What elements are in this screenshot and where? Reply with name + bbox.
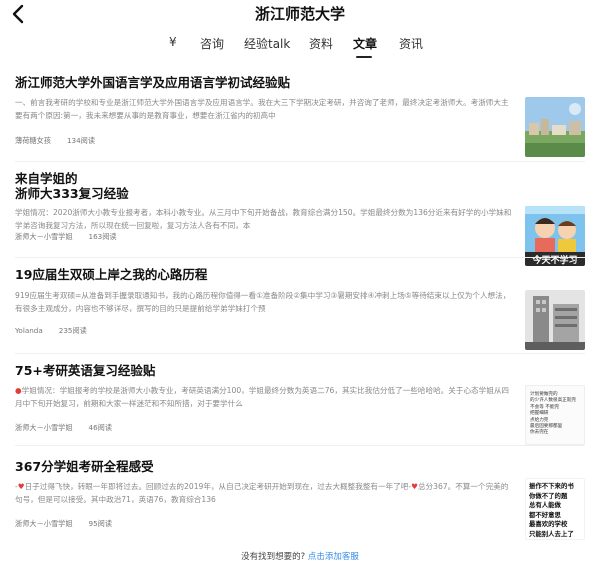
article-excerpt: ●学姐情况：学姐报考的学校是浙师大小教专业，考研英语满分100，学姐最终分数为英…: [15, 385, 515, 411]
active-tab-indicator: [356, 56, 372, 58]
article-title: 367分学姐考研全程感受: [15, 459, 154, 474]
article-meta: Yolanda 235阅读: [15, 326, 87, 336]
footer-hint: 没有找到想要的? 点击添加客服: [0, 550, 600, 562]
quote-line: 都不好意思: [529, 510, 561, 519]
article-meta: 薄荷糖女孩 134阅读: [15, 136, 95, 146]
tab-price[interactable]: ¥: [169, 35, 177, 49]
quote-text-image: 振作不下来的书 你做不了的题 总有人能做 都不好意思 最喜欢的学校 只能别人去上…: [526, 479, 584, 539]
article-reads: 46阅读: [88, 423, 113, 432]
article-meta: 浙师大－小雪学姐 95阅读: [15, 519, 112, 529]
article-author: Yolanda: [15, 326, 43, 335]
article-thumbnail: [525, 97, 585, 157]
quote-line: 总有人能做: [529, 501, 561, 510]
article-item-2[interactable]: 来自学姐的 浙师大333复习经验 学姐情况：2020浙师大小教专业报考者，本科小…: [0, 162, 600, 266]
article-item-5[interactable]: 367分学姐考研全程感受 -♥日子过得飞快，转眼一年即将过去。回顾过去的2019…: [0, 446, 600, 542]
quote-line: 你做不了的题: [529, 491, 568, 500]
article-title: 浙江师范大学外国语言学及应用语言学初试经验贴: [15, 75, 291, 90]
heart-icon: ♥: [411, 482, 418, 491]
tab-bar: ¥ 咨询 经验talk 资料 文章 资讯: [0, 35, 600, 58]
handwritten-notes-image: 计划要做完的 的少许人数很高正就完 不会等 不能完 把握细研 点给力完 最后固要…: [526, 386, 584, 443]
page-title: 浙江师范大学: [254, 5, 345, 23]
quote-line: 最喜欢的学校: [529, 520, 568, 529]
article-meta: 浙师大－小雪学姐 163阅读: [15, 232, 117, 242]
quote-line: 振作不下来的书: [529, 482, 574, 490]
article-item-4[interactable]: 75+考研英语复习经验贴 ●学姐情况：学姐报考的学校是浙师大小教专业，考研英语满…: [0, 354, 600, 446]
tab-materials[interactable]: 资料: [309, 35, 333, 52]
article-author: 浙师大－小雪学姐: [15, 232, 73, 241]
add-service-link[interactable]: 点击添加客服: [308, 552, 359, 562]
article-reads: 163阅读: [88, 232, 117, 241]
footer-text: 没有找到想要的?: [241, 552, 306, 562]
tab-consult[interactable]: 咨询: [200, 35, 224, 52]
top-bar: 浙江师范大学: [0, 0, 600, 28]
article-title: 75+考研英语复习经验贴: [15, 363, 156, 378]
article-excerpt: 919应届生考双硕=从准备到手握录取通知书，我的心路历程你值得一看①准备阶段②集…: [15, 291, 511, 313]
article-item-3[interactable]: 19应届生双硕上岸之我的心路历程 919应届生考双硕=从准备到手握录取通知书，我…: [0, 258, 600, 354]
article-meta: 浙师大－小雪学姐 46阅读: [15, 423, 112, 433]
article-reads: 95阅读: [88, 519, 113, 528]
article-title-line-2: 浙师大333复习经验: [15, 186, 129, 201]
article-excerpt: -♥日子过得飞快，转眼一年即将过去。回顾过去的2019年，从自己决定考研开始到现…: [15, 482, 509, 504]
campus-photo-image: [525, 97, 585, 157]
article-title-line-1: 来自学姐的: [15, 171, 78, 186]
red-circle-icon: ●: [15, 386, 22, 395]
quote-line: 只能别人去上了: [529, 529, 574, 538]
article-reads: 235阅读: [58, 326, 87, 335]
article-excerpt-text: 日子过得飞快，转眼一年即将过去。回顾过去的2019年，从自己决定考研开始到现在，…: [24, 482, 412, 491]
tab-articles[interactable]: 文章: [353, 35, 377, 52]
notes-line: 的少许人数很高正就完: [530, 398, 576, 404]
heart-icon: ♥: [17, 482, 25, 491]
building-photo-image: [525, 290, 585, 350]
article-excerpt: 一、前言我考研的学校和专业是浙江师范大学外国语言学及应用语言学。我在大三下学期决…: [15, 98, 509, 120]
article-excerpt-text: 学姐情况：学姐报考的学校是浙师大小教专业，考研英语满分100，学姐最终分数为英语…: [15, 386, 510, 408]
article-title: 19应届生双硕上岸之我的心路历程: [15, 267, 208, 282]
article-author: 浙师大－小雪学姐: [15, 423, 73, 432]
article-author: 薄荷糖女孩: [15, 136, 51, 145]
article-item-1[interactable]: 浙江师范大学外国语言学及应用语言学初试经验贴 一、前言我考研的学校和专业是浙江师…: [0, 70, 600, 162]
tab-experience-talk[interactable]: 经验talk: [244, 35, 290, 52]
tab-news[interactable]: 资讯: [399, 35, 423, 52]
article-thumbnail: 振作不下来的书 你做不了的题 总有人能做 都不好意思 最喜欢的学校 只能别人去上…: [525, 478, 585, 540]
article-author: 浙师大－小雪学姐: [15, 519, 73, 528]
article-thumbnail: [525, 290, 585, 350]
article-thumbnail: 计划要做完的 的少许人数很高正就完 不会等 不能完 把握细研 点给力完 最后固要…: [525, 385, 585, 445]
notes-line: 你去完在: [530, 430, 549, 436]
article-excerpt: 学姐情况：2020浙师大小教专业报考者，本科小教专业。从三月中下旬开始备战，教育…: [15, 208, 512, 230]
article-reads: 134阅读: [66, 136, 96, 145]
